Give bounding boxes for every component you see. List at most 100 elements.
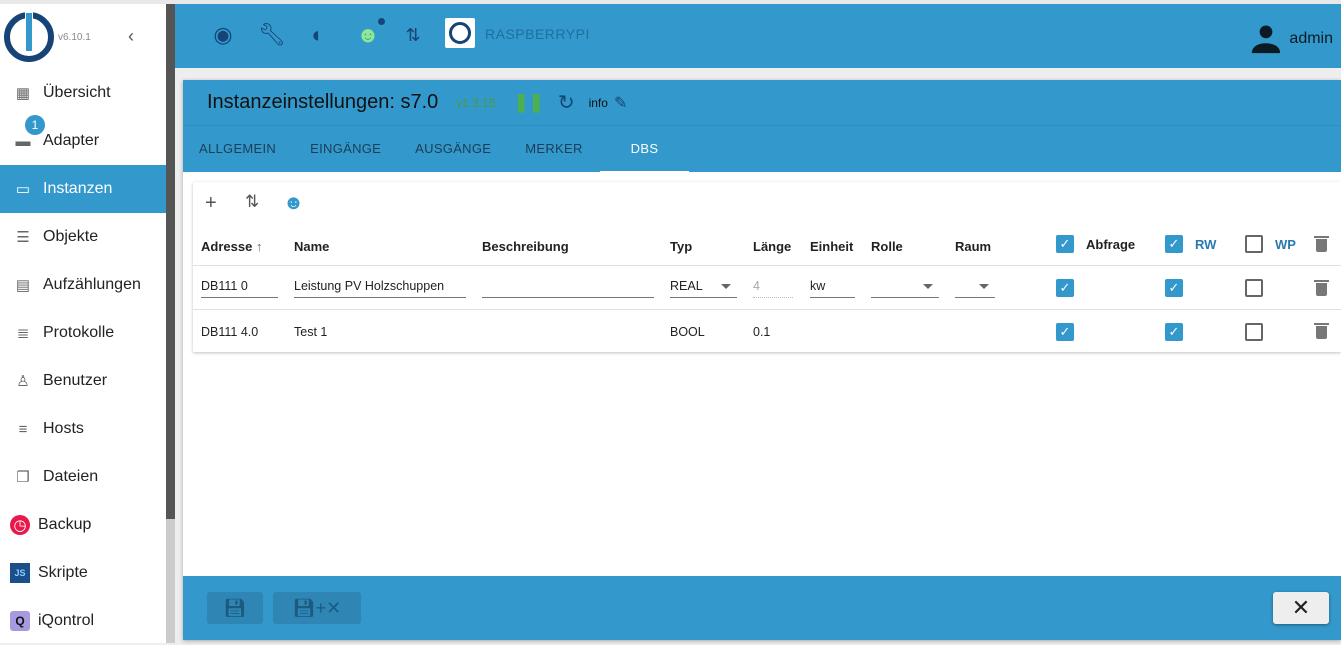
wp-checkbox[interactable] <box>1245 279 1263 297</box>
version-label: v6.10.1 <box>58 32 91 43</box>
rw-all-checkbox[interactable]: ✓ <box>1165 235 1183 253</box>
instance-settings-dialog: Instanzeinstellungen: s7.0 v1.3.15 ❚❚ ↻ … <box>183 80 1341 640</box>
sidebar-item-dateien[interactable]: ❐ Dateien <box>0 453 166 501</box>
save-close-icon: 💾︎+✕ <box>292 597 342 618</box>
wrench-icon[interactable]: 🔧︎ <box>258 22 286 48</box>
top-bar: ◉ 🔧︎ ◐ ☻ ⇅ RASPBERRYPI admin <box>175 4 1341 68</box>
sidebar-item-label: Skripte <box>38 564 88 581</box>
sidebar-item-aufzaehlungen[interactable]: ▤ Aufzählungen <box>0 261 166 309</box>
sidebar-item-label: Übersicht <box>43 84 111 101</box>
sidebar-item-objekte[interactable]: ☰ Objekte <box>0 213 166 261</box>
sidebar-item-label: Hosts <box>43 420 84 437</box>
add-icon[interactable]: + <box>205 192 217 215</box>
host-name: RASPBERRYPI <box>485 26 590 42</box>
col-rw: RW <box>1195 237 1217 252</box>
wp-all-checkbox[interactable] <box>1245 235 1263 253</box>
user-menu[interactable]: admin <box>1249 22 1333 56</box>
laenge-cell[interactable]: 0.1 <box>753 325 770 339</box>
sidebar-item-uebersicht[interactable]: ▦ Übersicht <box>0 69 166 117</box>
table-row: DB111 4.0 Test 1 BOOL 0.1 ✓ ✓ <box>193 311 1341 352</box>
sidebar-item-label: Adapter <box>43 132 100 149</box>
host-logo <box>445 18 475 48</box>
delete-row-icon[interactable] <box>1314 279 1329 296</box>
table-header: Adresse ↑ Name Beschreibung Typ Länge Ei… <box>193 227 1341 266</box>
name-input[interactable]: Leistung PV Holzschuppen <box>294 276 466 298</box>
reload-icon[interactable]: ↻ <box>558 90 575 115</box>
collapse-sidebar-icon[interactable]: ‹ <box>128 26 134 47</box>
abfrage-all-checkbox[interactable]: ✓ <box>1056 235 1074 253</box>
table-row: DB111 0 Leistung PV Holzschuppen REAL 4 … <box>193 267 1341 310</box>
tab-eingaenge[interactable]: EINGÄNGE <box>293 126 398 173</box>
delete-row-icon[interactable] <box>1314 322 1329 339</box>
wp-checkbox[interactable] <box>1245 323 1263 341</box>
tab-allgemein[interactable]: ALLGEMEIN <box>183 126 293 173</box>
sync-disabled-icon[interactable]: ⇅ <box>400 22 426 48</box>
pause-icon[interactable]: ❚❚ <box>514 92 544 113</box>
col-beschreibung[interactable]: Beschreibung <box>482 239 569 254</box>
adapter-version: v1.3.15 <box>456 95 496 110</box>
tab-dbs[interactable]: DBS <box>599 126 690 173</box>
delete-all-icon[interactable] <box>1314 235 1329 252</box>
rolle-select[interactable] <box>871 276 939 298</box>
sort-icon[interactable]: ⇅ <box>245 192 259 212</box>
files-icon: ❐ <box>16 469 30 486</box>
adresse-cell[interactable]: DB111 4.0 <box>201 325 258 339</box>
iobroker-logo[interactable] <box>4 12 54 62</box>
einheit-input[interactable]: kw <box>810 276 855 298</box>
backup-icon: ◷ <box>10 515 30 535</box>
abfrage-checkbox[interactable]: ✓ <box>1056 279 1074 297</box>
page-title: Instanzeinstellungen: s7.0 <box>207 91 439 113</box>
tab-ausgaenge[interactable]: AUSGÄNGE <box>398 126 508 173</box>
name-cell[interactable]: Test 1 <box>294 325 327 339</box>
sidebar-item-label: Objekte <box>43 228 99 245</box>
sidebar-item-iqontrol[interactable]: QiQontrol <box>0 597 166 645</box>
col-rolle[interactable]: Rolle <box>871 239 903 254</box>
sidebar-item-label: iQontrol <box>38 612 95 629</box>
col-wp: WP <box>1275 237 1296 252</box>
save-icon: 💾︎ <box>223 597 247 618</box>
save-close-button[interactable]: 💾︎+✕ <box>273 592 361 624</box>
col-raum[interactable]: Raum <box>955 239 991 254</box>
col-einheit[interactable]: Einheit <box>810 239 853 254</box>
col-name[interactable]: Name <box>294 239 329 254</box>
iqontrol-icon: Q <box>10 611 30 631</box>
col-laenge[interactable]: Länge <box>753 239 791 254</box>
sidebar-item-benutzer[interactable]: ♙ Benutzer <box>0 357 166 405</box>
typ-cell[interactable]: BOOL <box>670 325 705 339</box>
beschreibung-input[interactable] <box>482 276 654 298</box>
tab-merker[interactable]: MERKER <box>508 126 599 173</box>
close-icon: ✕ <box>1291 595 1311 620</box>
abfrage-checkbox[interactable]: ✓ <box>1056 323 1074 341</box>
username: admin <box>1289 30 1333 47</box>
sidebar-item-label: Dateien <box>43 468 99 485</box>
sidebar-item-label: Benutzer <box>43 372 108 389</box>
col-typ[interactable]: Typ <box>670 239 692 254</box>
list-icon: ☰ <box>16 229 30 246</box>
sidebar-item-skripte[interactable]: JS Skripte <box>0 549 166 597</box>
laenge-input[interactable]: 4 <box>753 276 793 298</box>
grid-icon: ▦ <box>15 85 31 102</box>
sidebar-scrollbar[interactable] <box>166 4 175 643</box>
rw-checkbox[interactable]: ✓ <box>1165 279 1183 297</box>
sidebar-item-label: Backup <box>38 516 92 533</box>
sidebar-item-backup[interactable]: ◷ Backup <box>0 501 166 549</box>
sidebar-item-hosts[interactable]: ≡ Hosts <box>0 405 166 453</box>
sidebar-item-instanzen[interactable]: ▭ Instanzen <box>0 165 166 213</box>
rw-checkbox[interactable]: ✓ <box>1165 323 1183 341</box>
typ-select[interactable]: REAL <box>670 276 737 298</box>
sidebar-item-label: Aufzählungen <box>43 276 141 293</box>
raum-select[interactable] <box>955 276 995 298</box>
edit-icon[interactable]: ✎ <box>614 93 627 113</box>
expert-icon[interactable]: ☻ <box>283 192 304 215</box>
expert-mode-icon[interactable]: ☻ <box>355 18 385 48</box>
adresse-input[interactable]: DB111 0 <box>201 276 278 298</box>
save-button[interactable]: 💾︎ <box>207 592 263 624</box>
sidebar-item-protokolle[interactable]: ≣ Protokolle <box>0 309 166 357</box>
close-button[interactable]: ✕ <box>1273 592 1329 624</box>
info-link[interactable]: info <box>589 96 608 110</box>
theme-toggle-icon[interactable]: ◐ <box>305 22 331 48</box>
eye-icon[interactable]: ◉ <box>210 22 236 48</box>
sidebar-item-adapter[interactable]: 1 ▬ Adapter <box>0 115 166 165</box>
sidebar-item-label: Protokolle <box>43 324 115 341</box>
col-adresse[interactable]: Adresse ↑ <box>201 239 262 254</box>
